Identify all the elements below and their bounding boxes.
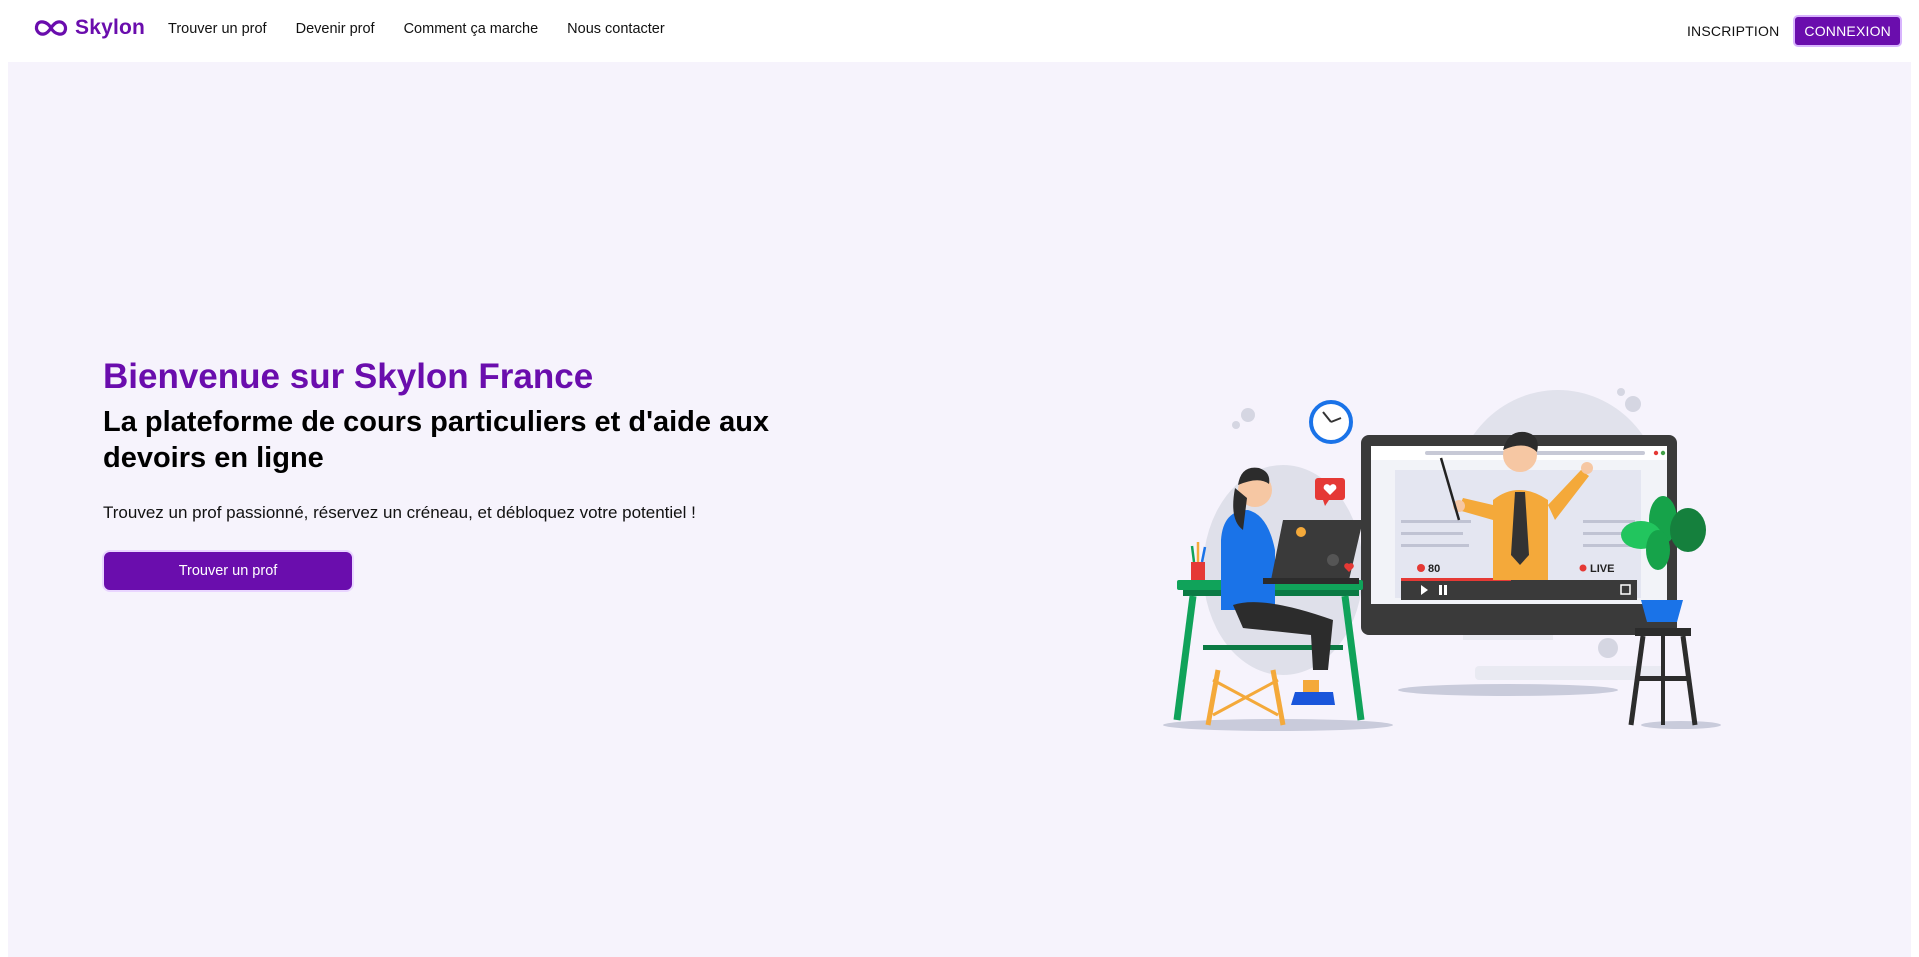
nav-item-how-it-works[interactable]: Comment ça marche [404, 21, 539, 37]
infinity-icon [34, 20, 68, 36]
top-navbar: Skylon Trouver un prof Devenir prof Comm… [0, 0, 1919, 62]
main-nav: Trouver un prof Devenir prof Comment ça … [168, 21, 665, 37]
find-tutor-cta-button[interactable]: Trouver un prof [102, 550, 354, 592]
brand-logo-link[interactable]: Skylon [33, 16, 145, 40]
brand-name: Skylon [75, 16, 146, 39]
chair [1205, 669, 1286, 726]
viewer-icon [1417, 564, 1425, 572]
clock-icon [1309, 400, 1353, 444]
hero-subtitle: La plateforme de cours particuliers et d… [103, 406, 770, 474]
hero-description: Trouvez un prof passionné, réservez un c… [103, 503, 696, 522]
live-label: LIVE [1590, 563, 1614, 575]
hero-section: Bienvenue sur Skylon France La plateform… [8, 62, 1911, 957]
nav-item-contact[interactable]: Nous contacter [567, 21, 665, 37]
register-button[interactable]: INSCRIPTION [1685, 17, 1781, 45]
live-dot [1579, 564, 1587, 572]
login-button[interactable]: CONNEXION [1793, 15, 1902, 47]
auth-actions: INSCRIPTION CONNEXION [1685, 15, 1902, 47]
nav-item-become-tutor[interactable]: Devenir prof [296, 21, 375, 37]
viewer-count: 80 [1428, 563, 1440, 575]
pencil-cup [1190, 542, 1207, 580]
pause-icon [1439, 585, 1442, 595]
nav-item-find-tutor[interactable]: Trouver un prof [168, 21, 267, 37]
hero-title: Bienvenue sur Skylon France [103, 357, 594, 396]
online-tutoring-illustration: 80 LIVE [1163, 388, 1721, 731]
